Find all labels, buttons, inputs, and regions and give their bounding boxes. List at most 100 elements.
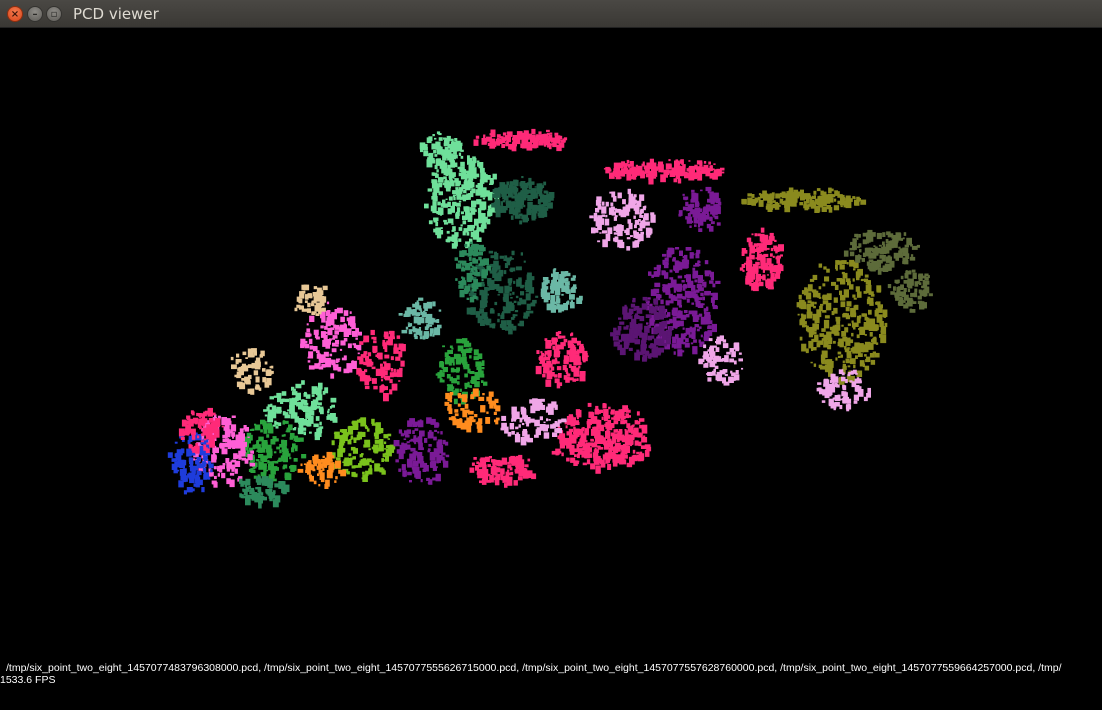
- cloud-point: [219, 442, 225, 449]
- cloud-point: [221, 417, 227, 426]
- cloud-point: [203, 411, 207, 417]
- cloud-point: [886, 258, 891, 263]
- cloud-point: [626, 159, 630, 164]
- cloud-point: [401, 329, 408, 334]
- cloud-point: [879, 334, 883, 338]
- cloud-point: [489, 402, 494, 409]
- cloud-point: [193, 483, 198, 487]
- cloud-point: [828, 207, 833, 213]
- cloud-point: [450, 205, 455, 213]
- cloud-point: [379, 467, 384, 473]
- cloud-point: [350, 457, 354, 460]
- point-cloud-viewport[interactable]: [0, 28, 1102, 710]
- window-close-button[interactable]: ×: [7, 6, 23, 22]
- cloud-point: [189, 457, 192, 460]
- cloud-point: [383, 342, 387, 346]
- cloud-point: [751, 198, 758, 204]
- cloud-point: [613, 449, 619, 454]
- cloud-point: [318, 468, 321, 470]
- cloud-point: [902, 237, 905, 240]
- cloud-point: [317, 389, 321, 393]
- cloud-point: [514, 469, 519, 472]
- window-minimize-button[interactable]: –: [27, 6, 43, 22]
- cloud-point: [653, 299, 657, 304]
- cloud-point: [806, 303, 811, 310]
- cloud-point: [387, 336, 393, 342]
- cloud-point: [305, 412, 311, 417]
- cloud-point: [625, 204, 629, 209]
- window-titlebar[interactable]: × – ▫ PCD viewer: [0, 0, 1102, 28]
- cloud-point: [335, 344, 339, 347]
- cloud-point: [925, 280, 930, 285]
- cloud-point: [388, 330, 394, 335]
- cloud-point: [840, 301, 846, 308]
- cloud-point: [914, 288, 918, 293]
- cloud-point: [774, 239, 777, 242]
- cloud-point: [452, 201, 457, 206]
- cloud-point: [415, 470, 421, 479]
- cloud-point: [239, 493, 242, 498]
- cloud-point: [248, 374, 252, 380]
- cloud-point: [410, 311, 415, 315]
- cloud-point: [312, 468, 316, 472]
- cloud-point: [838, 369, 844, 374]
- cloud-point: [304, 300, 308, 303]
- cloud-point: [512, 139, 516, 143]
- cloud-point: [444, 441, 449, 446]
- cloud-point: [267, 478, 274, 485]
- cloud-point: [620, 452, 626, 457]
- cloud-point: [476, 228, 480, 231]
- cloud-point: [861, 258, 865, 262]
- cloud-point: [531, 196, 535, 199]
- cloud-point: [607, 431, 610, 433]
- cloud-point: [760, 254, 766, 263]
- cloud-point: [695, 252, 700, 259]
- cloud-point: [722, 339, 727, 343]
- cloud-point: [634, 339, 641, 345]
- cloud-point: [449, 345, 453, 349]
- cloud-point: [463, 190, 467, 194]
- cloud-point: [617, 419, 621, 421]
- cloud-point: [523, 312, 528, 319]
- cloud-point: [593, 426, 599, 432]
- cloud-point: [627, 415, 631, 418]
- cloud-point: [412, 430, 415, 434]
- cloud-point: [460, 224, 463, 227]
- cloud-point: [254, 386, 259, 390]
- cloud-point: [810, 301, 815, 307]
- cloud-point: [847, 323, 851, 326]
- cloud-point: [691, 192, 697, 200]
- window-maximize-button[interactable]: ▫: [46, 6, 62, 22]
- cloud-point: [398, 380, 401, 382]
- cloud-point: [650, 214, 656, 223]
- cloud-point: [871, 339, 875, 342]
- cloud-point: [438, 133, 442, 136]
- cloud-point: [192, 448, 196, 453]
- cloud-point: [526, 303, 531, 311]
- cloud-point: [821, 358, 825, 363]
- cloud-point: [546, 418, 549, 422]
- cloud-point: [694, 224, 697, 227]
- cloud-point: [778, 244, 784, 252]
- cloud-point: [519, 417, 523, 421]
- cloud-point: [713, 355, 720, 362]
- cloud-point: [641, 170, 645, 173]
- cloud-point: [297, 468, 304, 473]
- cloud-point: [664, 257, 669, 262]
- cloud-point: [647, 297, 651, 300]
- cloud-point: [841, 331, 847, 337]
- cloud-point: [921, 285, 924, 289]
- cloud-point: [845, 404, 852, 410]
- cloud-point: [510, 455, 515, 461]
- cloud-point: [833, 307, 838, 314]
- cloud-point: [225, 429, 231, 436]
- cloud-point: [469, 296, 475, 303]
- cloud-point: [907, 288, 911, 293]
- cloud-point: [902, 291, 906, 296]
- cloud-point: [644, 325, 650, 333]
- cloud-point: [693, 339, 697, 343]
- cloud-point: [775, 193, 781, 199]
- cloud-point: [521, 176, 524, 179]
- cloud-point: [614, 330, 621, 336]
- cloud-point: [694, 324, 699, 328]
